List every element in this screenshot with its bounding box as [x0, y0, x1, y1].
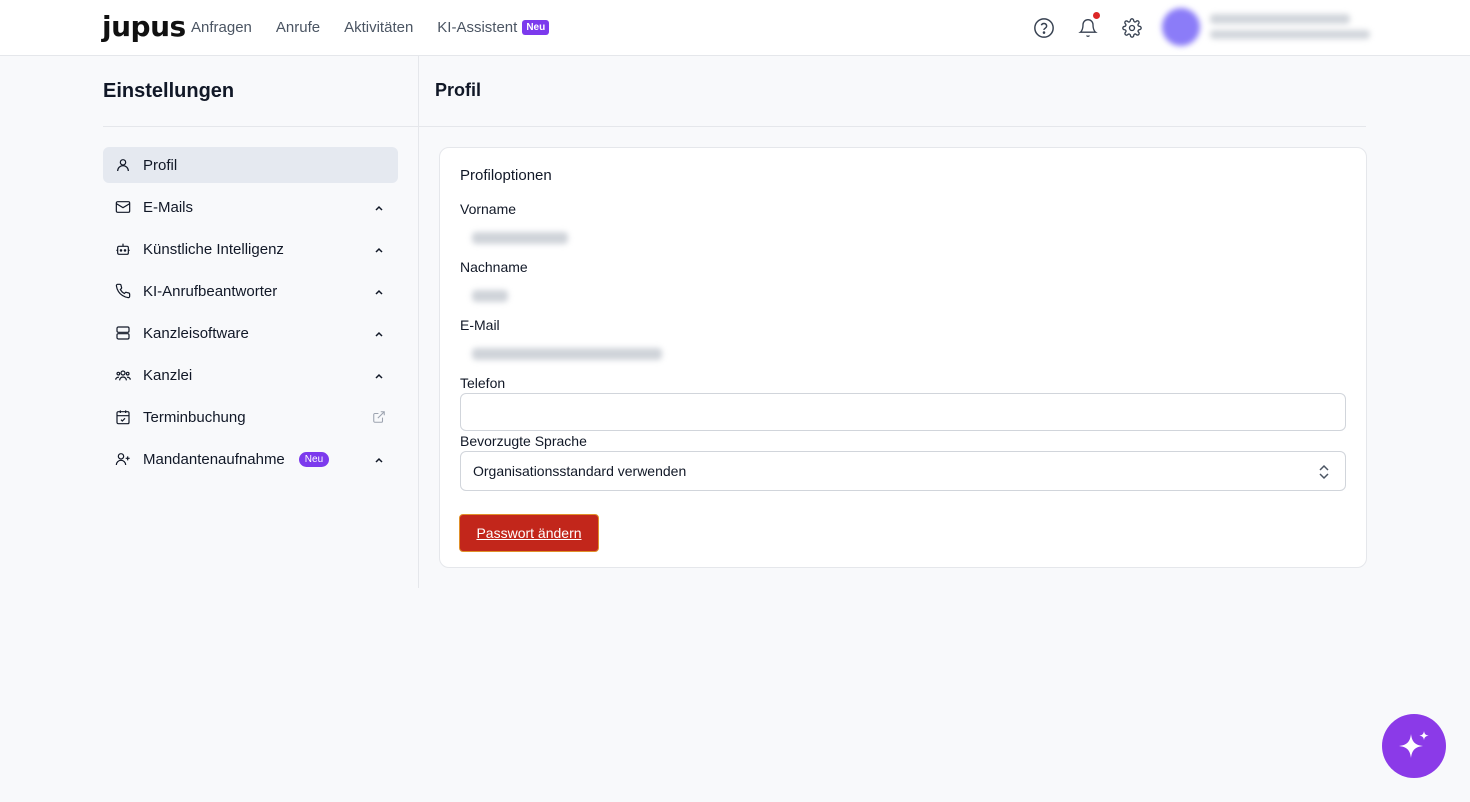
jupus-logo[interactable]: jupus: [102, 11, 186, 43]
sprache-label: Bevorzugte Sprache: [460, 433, 587, 449]
nav-ki-assistent[interactable]: KI-Assistent Neu: [437, 19, 550, 36]
sidebar-item-label: Profil: [143, 156, 178, 174]
sidebar-item-mandantenaufnahme[interactable]: Mandantenaufnahme Neu: [103, 441, 398, 477]
sidebar-item-terminbuchung[interactable]: Terminbuchung: [103, 399, 398, 435]
sidebar-item-emails[interactable]: E-Mails: [103, 189, 398, 225]
sidebar-item-label: Terminbuchung: [143, 408, 246, 426]
chevron-up-icon[interactable]: [373, 328, 385, 340]
telefon-label: Telefon: [460, 375, 506, 391]
user-icon: [115, 157, 131, 173]
nav-anrufe[interactable]: Anrufe: [276, 19, 320, 36]
sidebar-item-label: Kanzleisoftware: [143, 324, 249, 342]
chevron-up-icon[interactable]: [373, 244, 385, 256]
chevron-up-icon[interactable]: [373, 454, 385, 466]
new-badge: Neu: [522, 20, 550, 35]
sidebar-item-kanzlei[interactable]: Kanzlei: [103, 357, 398, 393]
main-nav: Anfragen Anrufe Aktivitäten KI-Assistent…: [191, 0, 550, 55]
language-select-value: Organisationsstandard verwenden: [473, 463, 687, 479]
user-info-blurred[interactable]: [1210, 14, 1370, 42]
vertical-divider: [418, 56, 419, 588]
external-link-icon: [373, 411, 385, 423]
nachname-label: Nachname: [460, 259, 528, 275]
sidebar-divider: [103, 126, 418, 127]
nav-anfragen[interactable]: Anfragen: [191, 19, 252, 36]
phone-icon: [115, 283, 131, 299]
change-password-button[interactable]: Passwort ändern: [459, 514, 599, 552]
users-icon: [115, 367, 131, 383]
vorname-field[interactable]: [460, 221, 1346, 255]
sidebar-item-label: Kanzlei: [143, 366, 193, 384]
chevron-up-icon[interactable]: [373, 202, 385, 214]
chevron-up-icon[interactable]: [373, 286, 385, 298]
user-name-blurred: [1210, 14, 1350, 24]
gear-icon: [1122, 18, 1142, 38]
help-circle-icon: [1034, 18, 1054, 38]
profile-options-card: Profiloptionen Vorname Nachname E-Mail T…: [439, 147, 1367, 568]
sidebar-item-kuenstliche-intelligenz[interactable]: Künstliche Intelligenz: [103, 231, 398, 267]
ai-assistant-fab[interactable]: [1382, 714, 1446, 778]
email-field[interactable]: [460, 337, 1346, 371]
user-avatar[interactable]: [1162, 8, 1200, 46]
email-label: E-Mail: [460, 317, 500, 333]
sidebar-item-label: Mandantenaufnahme: [143, 450, 285, 468]
notification-dot: [1093, 12, 1100, 19]
card-title: Profiloptionen: [460, 167, 552, 184]
robot-icon: [115, 241, 131, 257]
vorname-label: Vorname: [460, 201, 517, 217]
nachname-field[interactable]: [460, 279, 1346, 313]
calendar-check-icon: [115, 409, 131, 425]
sidebar-item-label: KI-Anrufbeantworter: [143, 282, 278, 300]
user-plus-icon: [115, 451, 131, 467]
chevron-up-down-icon: [1319, 464, 1329, 480]
help-button[interactable]: [1030, 14, 1058, 42]
sidebar-item-profil[interactable]: Profil: [103, 147, 398, 183]
sparkle-icon: [1399, 731, 1429, 758]
mail-icon: [115, 199, 131, 215]
bell-icon: [1078, 19, 1098, 38]
nachname-value-blurred: [472, 290, 508, 302]
notifications-button[interactable]: [1074, 12, 1102, 42]
page-title: Profil: [435, 80, 482, 100]
chevron-up-icon[interactable]: [373, 370, 385, 382]
nav-aktivitaeten[interactable]: Aktivitäten: [344, 19, 413, 36]
sidebar-item-label: Künstliche Intelligenz: [143, 240, 284, 258]
sidebar-item-label: E-Mails: [143, 198, 194, 216]
settings-nav: Profil E-Mails Künstliche Intelligenz KI…: [103, 147, 398, 483]
server-icon: [115, 325, 131, 341]
settings-button[interactable]: [1118, 14, 1146, 42]
sidebar-item-ki-anrufbeantworter[interactable]: KI-Anrufbeantworter: [103, 273, 398, 309]
language-select[interactable]: Organisationsstandard verwenden: [460, 451, 1346, 491]
settings-title: Einstellungen: [103, 80, 235, 102]
main-divider: [419, 126, 1366, 127]
user-email-blurred: [1210, 30, 1370, 39]
telefon-input[interactable]: [460, 393, 1346, 431]
email-value-blurred: [472, 348, 662, 360]
header-actions: [1030, 12, 1146, 42]
sidebar-item-kanzleisoftware[interactable]: Kanzleisoftware: [103, 315, 398, 351]
top-bar: jupus Anfragen Anrufe Aktivitäten KI-Ass…: [0, 0, 1470, 56]
vorname-value-blurred: [472, 232, 568, 244]
new-badge: Neu: [298, 451, 330, 467]
